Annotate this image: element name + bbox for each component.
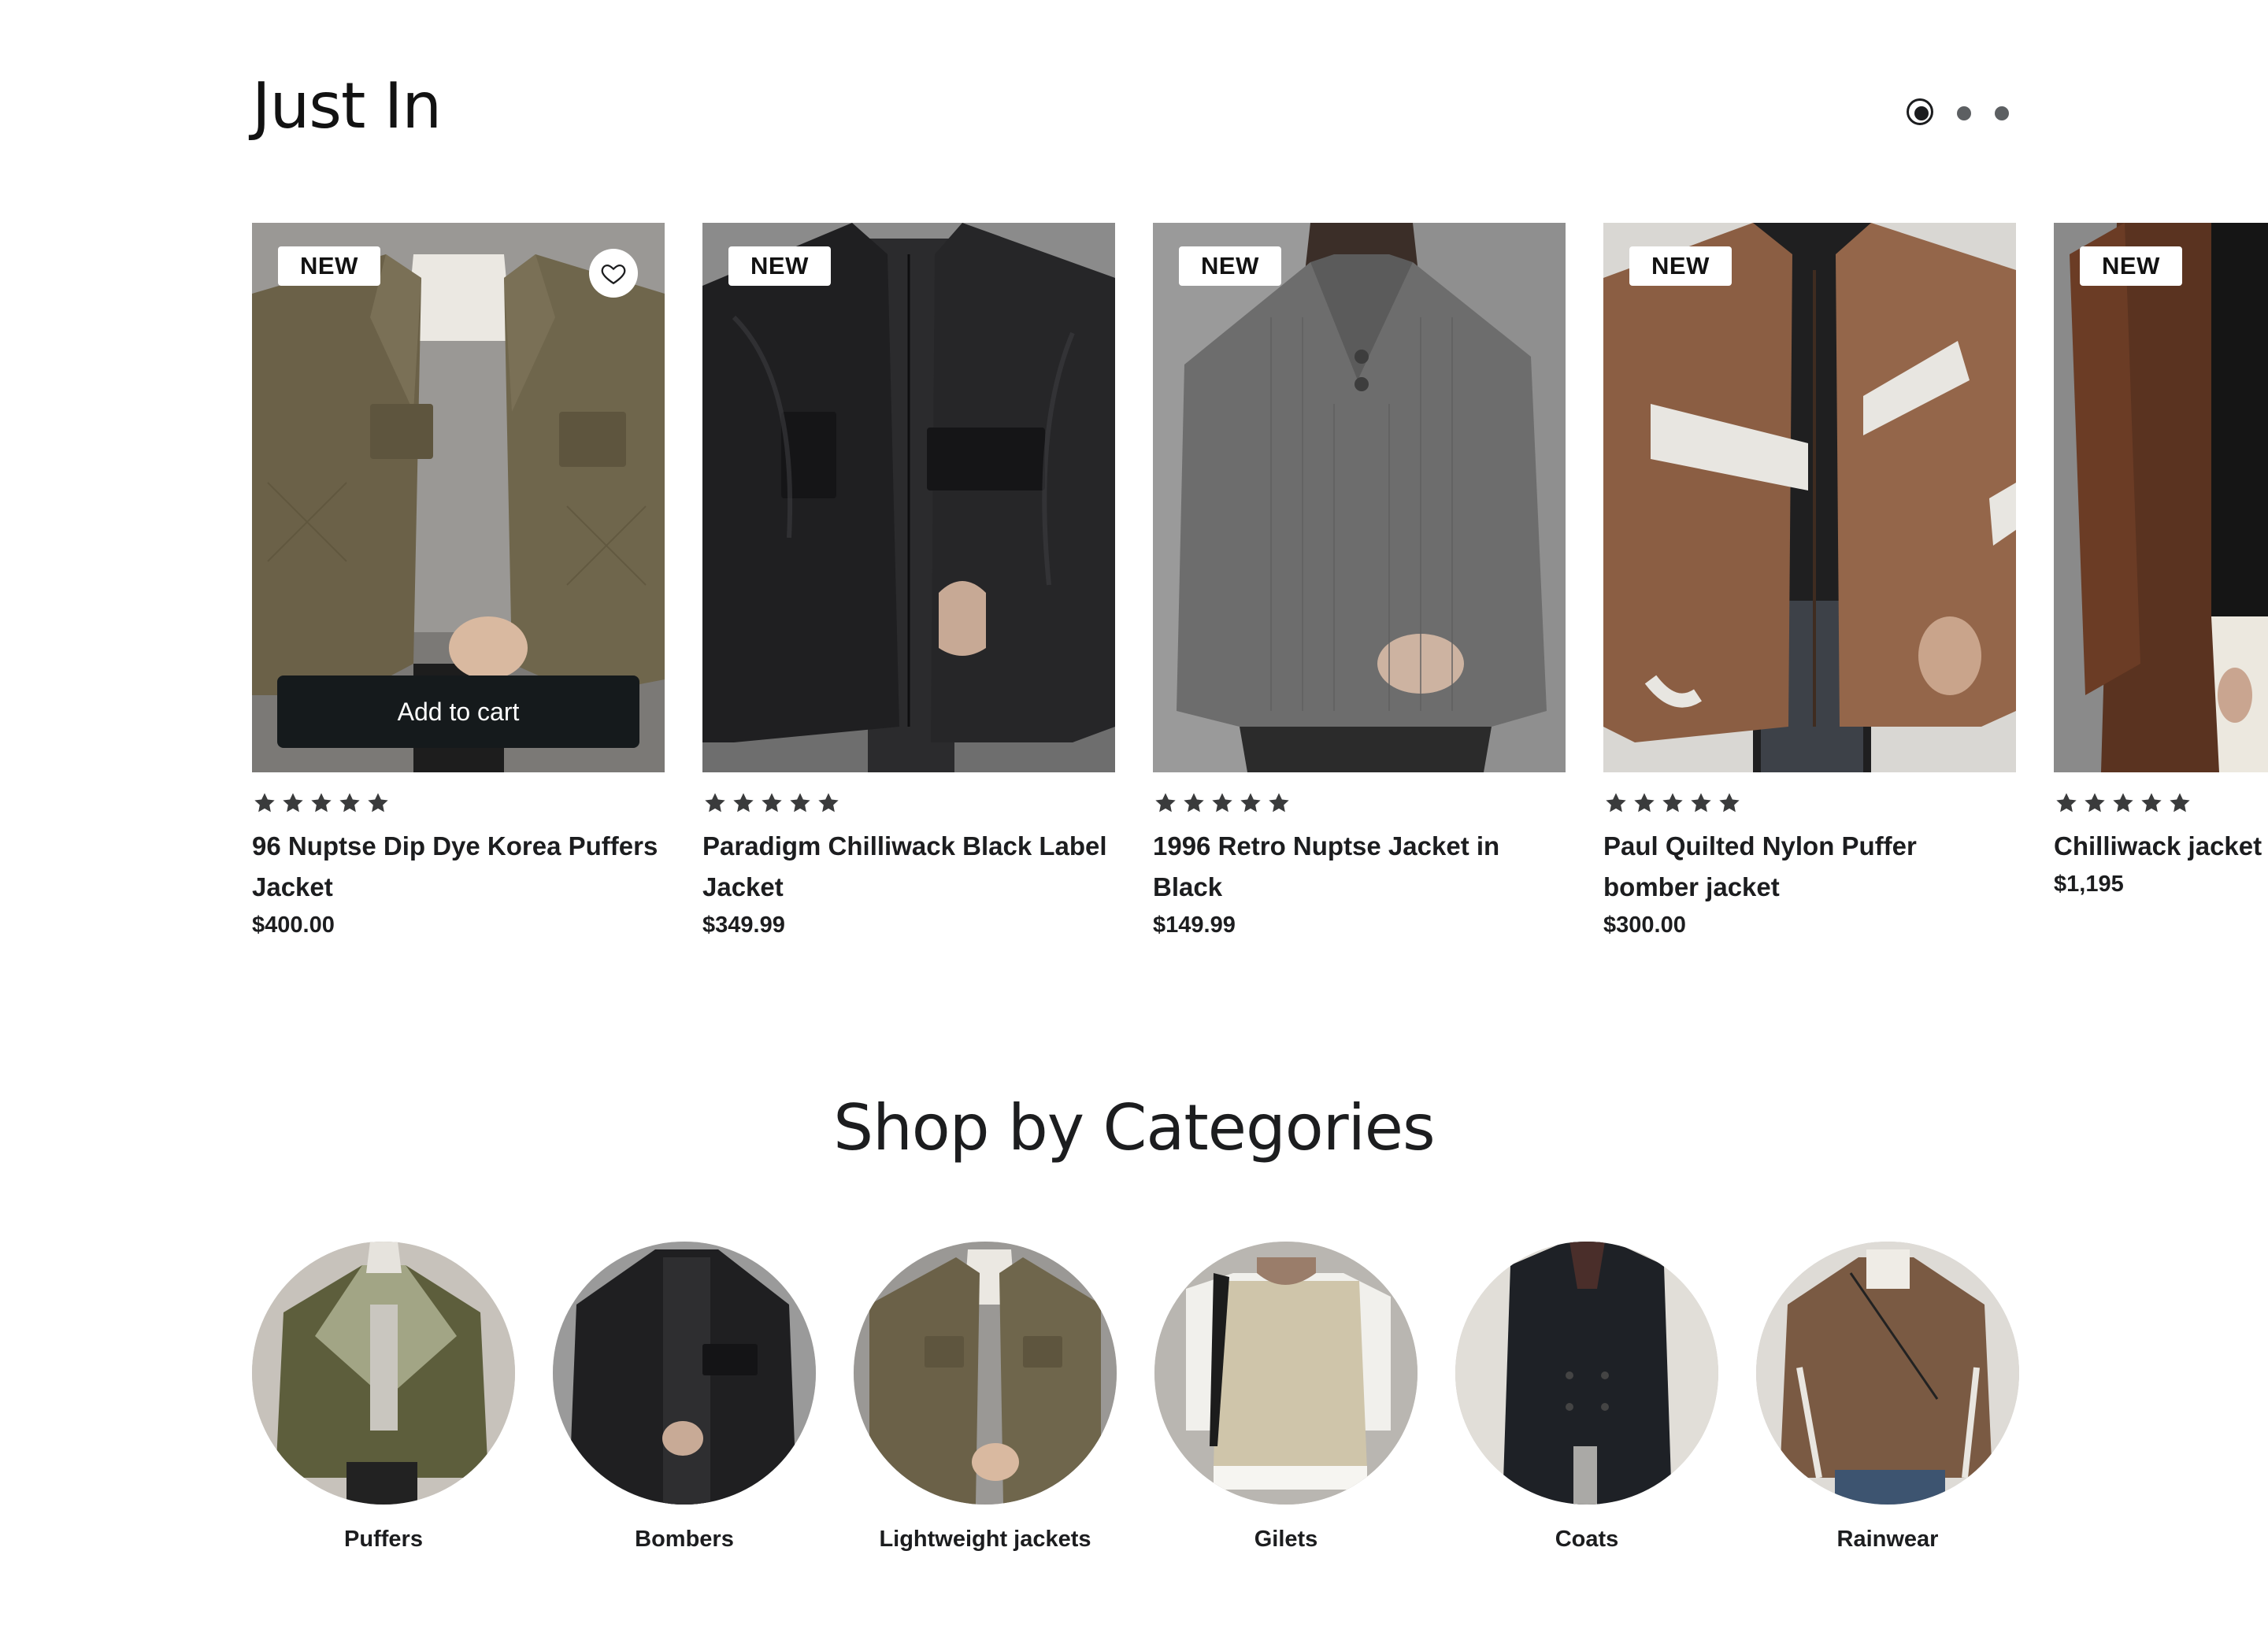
carousel-pager	[1907, 98, 2009, 129]
star-icon	[2141, 793, 2162, 812]
rating-stars	[1153, 790, 1566, 816]
star-icon	[1719, 793, 1740, 812]
category-label[interactable]: Puffers	[252, 1527, 515, 1553]
section-title-just-in: Just In	[252, 69, 442, 143]
add-to-cart-button[interactable]: Add to cart	[277, 675, 639, 748]
category-image[interactable]	[854, 1242, 1117, 1505]
product-image[interactable]: NEW	[702, 223, 1115, 772]
category-lightweight-jackets[interactable]: Lightweight jackets	[854, 1242, 1117, 1553]
category-puffers[interactable]: Puffers	[252, 1242, 515, 1553]
category-image[interactable]	[1455, 1242, 1718, 1505]
star-icon	[1662, 793, 1683, 812]
rating-stars	[2054, 790, 2268, 816]
product-image[interactable]: NEW Add to cart	[252, 223, 665, 772]
pager-dot-2[interactable]	[1957, 106, 1971, 120]
product-card[interactable]: NEW Paradigm Chilliwack Black Label Jack…	[702, 223, 1115, 938]
product-name[interactable]: Chilliwack jacket HUMANATURE	[2054, 826, 2268, 867]
star-icon	[1184, 793, 1204, 812]
star-icon	[762, 793, 782, 812]
new-badge: NEW	[278, 246, 380, 286]
rating-stars	[1603, 790, 2016, 816]
product-name[interactable]: 96 Nuptse Dip Dye Korea Puffers Jacket	[252, 826, 665, 908]
star-icon	[2085, 793, 2105, 812]
category-image[interactable]	[553, 1242, 816, 1505]
star-icon	[1606, 793, 1626, 812]
category-image[interactable]	[252, 1242, 515, 1505]
product-image[interactable]: NEW	[1603, 223, 2016, 772]
category-label[interactable]: Gilets	[1154, 1527, 1418, 1553]
star-icon	[705, 793, 725, 812]
product-price: $400.00	[252, 912, 335, 938]
pager-dot-1[interactable]	[1907, 98, 1933, 125]
star-icon	[2170, 793, 2190, 812]
product-carousel: NEW Add to cart 96 Nuptse Dip Dye Korea …	[252, 223, 2268, 979]
product-card[interactable]: NEW Paul Quilted Nylon Puffer bomber jac…	[1603, 223, 2016, 938]
product-image[interactable]: NEW	[2054, 223, 2268, 772]
star-icon	[1691, 793, 1711, 812]
category-label[interactable]: Rainwear	[1756, 1527, 2019, 1553]
product-price: $349.99	[702, 912, 785, 938]
category-label[interactable]: Lightweight jackets	[854, 1527, 1117, 1553]
star-icon	[283, 793, 303, 812]
rating-stars	[702, 790, 1115, 816]
star-icon	[1269, 793, 1289, 812]
product-card[interactable]: NEW 1996 Retro Nuptse Jacket in Black $1…	[1153, 223, 1566, 938]
product-image[interactable]: NEW	[1153, 223, 1566, 772]
star-icon	[1155, 793, 1176, 812]
star-icon	[368, 793, 388, 812]
product-name[interactable]: 1996 Retro Nuptse Jacket in Black	[1153, 826, 1566, 908]
category-coats[interactable]: Coats	[1455, 1242, 1718, 1553]
star-icon	[2113, 793, 2133, 812]
product-name[interactable]: Paul Quilted Nylon Puffer bomber jacket	[1603, 826, 2016, 908]
star-icon	[733, 793, 754, 812]
product-card[interactable]: NEW Add to cart 96 Nuptse Dip Dye Korea …	[252, 223, 665, 938]
product-name[interactable]: Paradigm Chilliwack Black Label Jacket	[702, 826, 1115, 908]
category-image[interactable]	[1756, 1242, 2019, 1505]
category-rainwear[interactable]: Rainwear	[1756, 1242, 2019, 1553]
category-gilets[interactable]: Gilets	[1154, 1242, 1418, 1553]
star-icon	[311, 793, 332, 812]
new-badge: NEW	[728, 246, 831, 286]
pager-dot-3[interactable]	[1995, 106, 2009, 120]
star-icon	[818, 793, 839, 812]
product-price: $149.99	[1153, 912, 1236, 938]
rating-stars	[252, 790, 665, 816]
new-badge: NEW	[1629, 246, 1732, 286]
new-badge: NEW	[2080, 246, 2182, 286]
star-icon	[790, 793, 810, 812]
star-icon	[254, 793, 275, 812]
wishlist-button[interactable]	[589, 249, 638, 298]
star-icon	[2056, 793, 2077, 812]
star-icon	[1212, 793, 1232, 812]
new-badge: NEW	[1179, 246, 1281, 286]
section-title-categories: Shop by Categories	[833, 1091, 1435, 1164]
category-label[interactable]: Bombers	[553, 1527, 816, 1553]
category-label[interactable]: Coats	[1455, 1527, 1718, 1553]
star-icon	[1240, 793, 1261, 812]
star-icon	[1634, 793, 1655, 812]
category-image[interactable]	[1154, 1242, 1418, 1505]
product-card[interactable]: NEW Chilliwack jacket HUMANATURE $1,195	[2054, 223, 2268, 898]
star-icon	[339, 793, 360, 812]
category-bombers[interactable]: Bombers	[553, 1242, 816, 1553]
product-price: $300.00	[1603, 912, 1686, 938]
product-price: $1,195	[2054, 872, 2124, 897]
heart-icon	[601, 264, 626, 285]
